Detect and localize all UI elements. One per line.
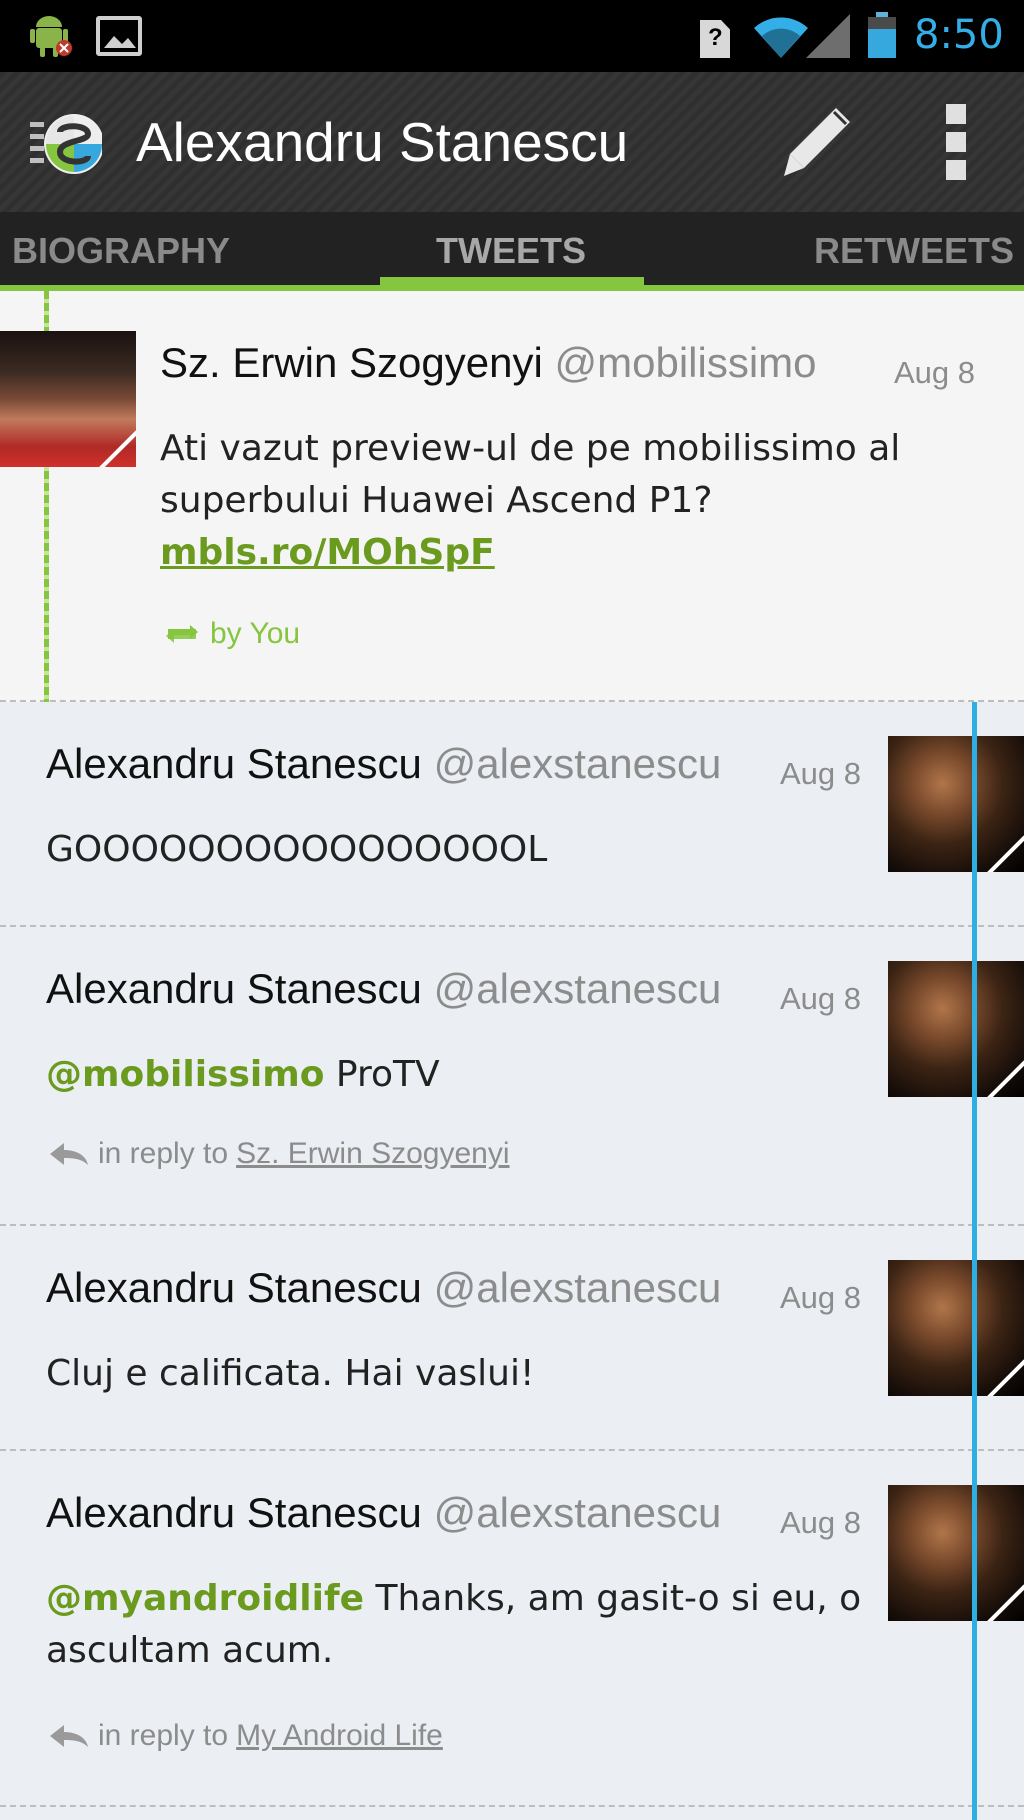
avatar[interactable] [0,331,136,467]
avatar[interactable] [888,1260,1024,1396]
tweet-author[interactable]: Alexandru Stanescu @alexstanescu [46,1264,721,1312]
tweet-timeline[interactable]: Sz. Erwin Szogyenyi @mobilissimo Aug 8 A… [0,291,1024,1820]
page-title: Alexandru Stanescu [136,111,629,173]
reply-to-link[interactable]: Sz. Erwin Szogyenyi [236,1137,509,1171]
tweet-author[interactable]: Alexandru Stanescu @alexstanescu [46,1489,721,1537]
battery-icon [868,12,896,58]
tweet-item[interactable]: Alexandru Stanescu @alexstanescu Aug 8 G… [0,702,1024,927]
retweet-icon [166,625,198,643]
reply-arrow-icon [50,1143,88,1165]
avatar[interactable] [888,736,1024,872]
tweet-date: Aug 8 [780,1505,862,1540]
overflow-menu-icon[interactable] [942,104,970,180]
tweet-mention[interactable]: @myandroidlife [46,1578,364,1619]
tweet-item[interactable]: Alexandru Stanescu @alexstanescu Aug 8 @… [0,1451,1024,1807]
reply-to-link[interactable]: My Android Life [236,1719,443,1753]
wifi-icon [754,17,808,58]
tweet-date: Aug 8 [780,1280,862,1315]
tweet-text: Ati vazut preview-ul de pe mobilissimo a… [160,428,901,573]
app-logo-icon[interactable] [30,112,102,176]
tweet-text: GOOOOOOOOOOOOOOOOL [46,829,548,870]
android-debug-icon [30,16,72,57]
tweet-item[interactable]: Sz. Erwin Szogyenyi @mobilissimo Aug 8 A… [0,291,1024,702]
tweet-text: Cluj e calificata. Hai vaslui! [46,1353,535,1394]
clock: 8:50 [914,12,1004,58]
tab-biography[interactable]: BIOGRAPHY [12,230,230,272]
tweet-text: @myandroidlife Thanks, am gasit-o si eu,… [46,1578,862,1671]
tweet-item[interactable] [0,1807,1024,1820]
tab-tweets[interactable]: TWEETS [436,230,586,272]
retweet-info: by You [164,617,300,651]
tweet-author[interactable]: Sz. Erwin Szogyenyi @mobilissimo [160,339,817,387]
reply-info: in reply to Sz. Erwin Szogyenyi [48,1137,510,1171]
tweet-author[interactable]: Alexandru Stanescu @alexstanescu [46,740,721,788]
tweet-date: Aug 8 [894,355,976,390]
compose-icon[interactable] [776,102,856,182]
tab-retweets[interactable]: RETWEETS [814,230,1014,272]
reply-info: in reply to My Android Life [48,1719,443,1753]
own-thread-line [972,702,977,1820]
tweet-item[interactable]: Alexandru Stanescu @alexstanescu Aug 8 C… [0,1226,1024,1451]
tab-bar: BIOGRAPHY TWEETS RETWEETS [0,212,1024,290]
tweet-text: @mobilissimo ProTV [46,1054,440,1095]
tweet-mention[interactable]: @mobilissimo [46,1054,324,1095]
tweet-date: Aug 8 [780,756,862,791]
tweet-item[interactable]: Alexandru Stanescu @alexstanescu Aug 8 @… [0,927,1024,1226]
sim-alert-icon: ? [700,20,730,58]
cell-signal-icon [806,14,850,58]
avatar[interactable] [888,1485,1024,1621]
tweet-author[interactable]: Alexandru Stanescu @alexstanescu [46,965,721,1013]
image-notification-icon [96,16,142,56]
reply-arrow-icon [50,1725,88,1747]
avatar[interactable] [888,961,1024,1097]
tweet-link[interactable]: mbls.ro/MOhSpF [160,532,495,573]
tweet-date: Aug 8 [780,981,862,1016]
action-bar: Alexandru Stanescu [0,72,1024,212]
status-bar: ? 8:50 [0,0,1024,72]
